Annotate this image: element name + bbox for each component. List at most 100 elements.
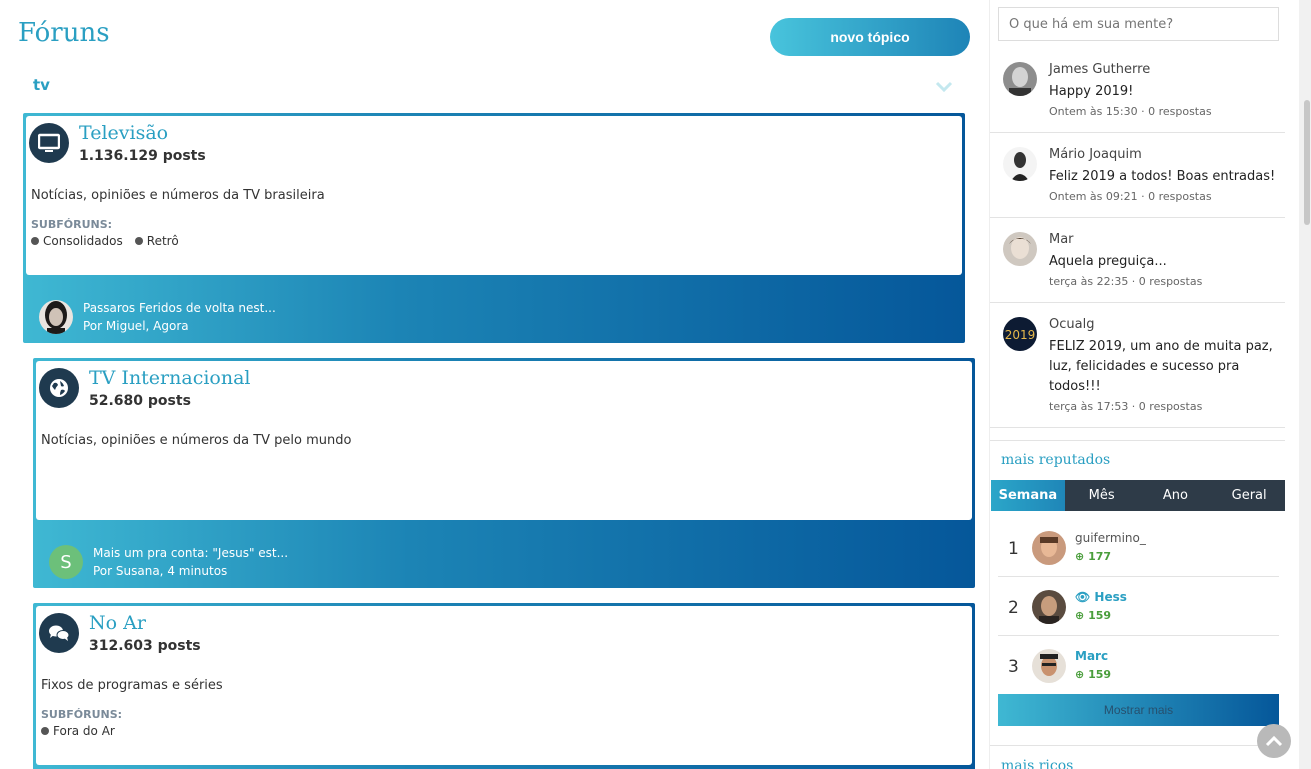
status-body: Happy 2019! xyxy=(1049,84,1134,99)
subforum-link[interactable]: Consolidados xyxy=(31,234,123,248)
forum-post-count: 52.680 posts xyxy=(89,393,191,409)
status-update-item: James Gutherre Happy 2019! Ontem às 15:3… xyxy=(990,62,1285,133)
forum-title[interactable]: TV Internacional xyxy=(89,367,251,389)
tab-semana[interactable]: Semana xyxy=(991,480,1065,511)
avatar[interactable] xyxy=(1032,590,1066,624)
last-post[interactable]: S Mais um pra conta: "Jesus" est... Por … xyxy=(47,544,965,580)
svg-text:2019: 2019 xyxy=(1005,328,1036,342)
last-post-title[interactable]: Mais um pra conta: "Jesus" est... xyxy=(93,546,288,560)
subforum-link[interactable]: Fora do Ar xyxy=(41,724,115,738)
rank-position: 2 xyxy=(1008,598,1019,618)
reputation-title: mais reputados xyxy=(1001,452,1111,468)
forum-card-tv-internacional[interactable]: TV Internacional 52.680 posts Notícias, … xyxy=(33,358,975,588)
status-text: Happy 2019! Ontem às 15:30 · 0 respostas xyxy=(1049,82,1279,122)
status-text: Aquela preguiça... terça às 22:35 · 0 re… xyxy=(1049,252,1279,292)
chevron-up-icon xyxy=(1265,735,1283,747)
subforum-link[interactable]: Retrô xyxy=(135,234,179,248)
forum-card-no-ar[interactable]: No Ar 312.603 posts Fixos de programas e… xyxy=(33,603,975,769)
page-title: Fóruns xyxy=(18,18,110,48)
rank-score: ⊕ 159 xyxy=(1075,668,1111,681)
reputation-row: 2 👁 Hess ⊕ 159 xyxy=(998,578,1279,636)
status-author[interactable]: Mário Joaquim xyxy=(1049,147,1142,162)
forum-card-body: Televisão 1.136.129 posts Notícias, opin… xyxy=(26,116,962,275)
last-post-title[interactable]: Passaros Feridos de volta nest... xyxy=(83,301,276,315)
eye-icon: 👁 xyxy=(1075,590,1091,604)
status-body: Feliz 2019 a todos! Boas entradas! xyxy=(1049,169,1276,184)
status-author[interactable]: Mar xyxy=(1049,232,1074,247)
chat-bubbles-icon xyxy=(39,613,79,653)
forum-post-count: 312.603 posts xyxy=(89,638,201,654)
status-body: FELIZ 2019, um ano de muita paz, luz, fe… xyxy=(1049,339,1273,394)
status-update-item: Mar Aquela preguiça... terça às 22:35 · … xyxy=(990,232,1285,303)
chevron-down-icon[interactable] xyxy=(935,80,953,94)
subforums-label: SUBFÓRUNS: xyxy=(41,708,123,721)
status-update-item: 2019 Ocualg FELIZ 2019, um ano de muita … xyxy=(990,317,1285,428)
forum-card-televisao[interactable]: Televisão 1.136.129 posts Notícias, opin… xyxy=(23,113,965,343)
status-meta[interactable]: terça às 17:53 · 0 respostas xyxy=(1049,397,1279,417)
avatar[interactable] xyxy=(1003,147,1037,181)
forum-title[interactable]: Televisão xyxy=(79,122,168,144)
back-to-top-button[interactable] xyxy=(1257,724,1291,758)
rank-username[interactable]: Marc xyxy=(1075,649,1108,663)
globe-icon xyxy=(39,368,79,408)
new-topic-button[interactable]: novo tópico xyxy=(770,18,970,56)
tab-mes[interactable]: Mês xyxy=(1065,480,1139,511)
status-update-item: Mário Joaquim Feliz 2019 a todos! Boas e… xyxy=(990,147,1285,218)
avatar-letter: S xyxy=(60,551,72,573)
sidebar: James Gutherre Happy 2019! Ontem às 15:3… xyxy=(989,0,1285,769)
rank-score: ⊕ 159 xyxy=(1075,609,1111,622)
rank-username[interactable]: guifermino_ xyxy=(1075,531,1146,545)
status-body: Aquela preguiça... xyxy=(1049,254,1167,269)
rank-username-text: Hess xyxy=(1094,590,1127,604)
avatar[interactable]: S xyxy=(49,545,83,579)
subforum-list: Consolidados Retrô xyxy=(31,234,179,248)
rank-username[interactable]: 👁 Hess xyxy=(1075,590,1127,604)
rank-position: 1 xyxy=(1008,539,1019,559)
avatar[interactable] xyxy=(39,300,73,334)
section-divider xyxy=(990,440,1285,441)
rank-score: ⊕ 177 xyxy=(1075,550,1111,563)
subforums-label: SUBFÓRUNS: xyxy=(31,218,113,231)
status-update-input[interactable] xyxy=(998,7,1279,41)
show-more-button[interactable]: Mostrar mais xyxy=(998,694,1279,726)
tab-geral[interactable]: Geral xyxy=(1212,480,1285,511)
status-text: Feliz 2019 a todos! Boas entradas! Ontem… xyxy=(1049,167,1279,207)
status-meta[interactable]: Ontem às 15:30 · 0 respostas xyxy=(1049,102,1279,122)
plus-circle-icon: ⊕ xyxy=(1075,550,1085,563)
section-divider xyxy=(990,745,1285,746)
forum-list-column: Fóruns novo tópico tv Televisão 1.136.12… xyxy=(0,0,985,769)
forum-title[interactable]: No Ar xyxy=(89,612,146,634)
rank-score-value: 159 xyxy=(1088,668,1112,681)
forum-card-body: No Ar 312.603 posts Fixos de programas e… xyxy=(36,606,972,765)
category-label[interactable]: tv xyxy=(33,76,50,94)
avatar[interactable] xyxy=(1003,232,1037,266)
avatar[interactable] xyxy=(1032,531,1066,565)
avatar[interactable] xyxy=(1003,62,1037,96)
rank-score-value: 177 xyxy=(1088,550,1112,563)
forum-description: Notícias, opiniões e números da TV brasi… xyxy=(31,188,325,203)
status-meta[interactable]: Ontem às 09:21 · 0 respostas xyxy=(1049,187,1279,207)
plus-circle-icon: ⊕ xyxy=(1075,609,1085,622)
status-author[interactable]: James Gutherre xyxy=(1049,62,1150,77)
status-text: FELIZ 2019, um ano de muita paz, luz, fe… xyxy=(1049,337,1279,417)
tab-ano[interactable]: Ano xyxy=(1139,480,1213,511)
subforum-list: Fora do Ar xyxy=(41,724,115,738)
forum-card-body: TV Internacional 52.680 posts Notícias, … xyxy=(36,361,972,520)
reputation-tabs: Semana Mês Ano Geral xyxy=(991,480,1285,511)
status-meta[interactable]: terça às 22:35 · 0 respostas xyxy=(1049,272,1279,292)
avatar[interactable]: 2019 xyxy=(1003,317,1037,351)
forum-description: Fixos de programas e séries xyxy=(41,678,223,693)
forum-post-count: 1.136.129 posts xyxy=(79,148,206,164)
reputation-row: 1 guifermino_ ⊕ 177 xyxy=(998,519,1279,577)
scrollbar-thumb[interactable] xyxy=(1304,100,1310,225)
last-post-author: Por Miguel, Agora xyxy=(83,319,189,333)
last-post-author: Por Susana, 4 minutos xyxy=(93,564,228,578)
reputation-row: 3 Marc ⊕ 159 xyxy=(998,637,1279,695)
rank-position: 3 xyxy=(1008,657,1019,677)
next-section-title: mais ricos xyxy=(1001,758,1074,769)
status-author[interactable]: Ocualg xyxy=(1049,317,1094,332)
plus-circle-icon: ⊕ xyxy=(1075,668,1085,681)
last-post[interactable]: Passaros Feridos de volta nest... Por Mi… xyxy=(37,299,955,335)
rank-score-value: 159 xyxy=(1088,609,1112,622)
avatar[interactable] xyxy=(1032,649,1066,683)
